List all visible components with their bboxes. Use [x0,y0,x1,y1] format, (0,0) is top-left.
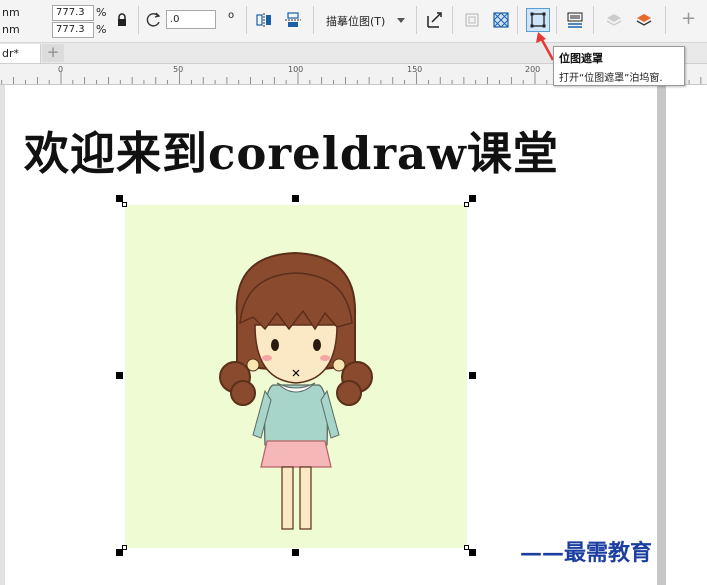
node-bottom-left[interactable] [122,545,127,550]
tab-document-label: dr* [2,47,20,60]
mirror-vertical-icon[interactable] [282,9,304,31]
edit-bitmap-icon[interactable] [423,9,445,31]
scale-y-input[interactable]: 777.3 [52,22,94,38]
tooltip-description: 打开“位图遮罩”泊坞窗. [559,73,663,84]
tooltip-title: 位图遮罩 [559,52,603,65]
handle-bottom-right[interactable] [469,549,476,556]
resample-icon[interactable] [490,9,512,31]
ruler-label-0: 0 [58,65,64,74]
bitmap-image[interactable] [125,205,467,548]
tooltip: 位图遮罩 打开“位图遮罩”泊坞窗. [553,46,685,86]
handle-top-center[interactable] [292,195,299,202]
percent-top-label: % [96,6,107,19]
handle-top-left[interactable] [116,195,123,202]
handle-middle-right[interactable] [469,372,476,379]
headline-text[interactable]: 欢迎来到coreldraw课堂 [24,117,559,182]
node-bottom-right[interactable] [464,545,469,550]
property-bar: nm nm 777.3 777.3 % % .0 o 描摹位图(T) + [0,0,707,43]
rotation-angle-input[interactable]: .0 [166,10,216,29]
handle-bottom-left[interactable] [116,549,123,556]
layers-icon[interactable] [633,9,655,31]
color-settings-icon[interactable] [564,9,586,31]
node-top-left[interactable] [122,202,127,207]
watermark-text: ——最需教育 [520,540,653,566]
ruler-label-100: 100 [288,65,304,74]
chevron-down-icon[interactable] [394,9,408,31]
ruler-label-50: 50 [173,65,184,74]
ruler-label-150: 150 [407,65,423,74]
add-button[interactable]: + [681,8,696,29]
left-edge [0,85,5,585]
percent-bottom-label: % [96,23,107,36]
add-tab-button[interactable]: + [42,44,64,62]
girl-illustration [219,251,373,530]
unit-bottom-label: nm [2,23,20,36]
crop-bitmap-icon [461,9,483,31]
tab-document[interactable]: dr* [0,44,41,63]
lock-ratio-icon[interactable] [111,9,133,31]
handle-top-right[interactable] [469,195,476,202]
trace-bitmap-menu[interactable]: 描摹位图(T) [326,13,385,29]
bitmap-mask-button[interactable] [526,8,550,32]
ruler-label-200: 200 [525,65,541,74]
drawing-canvas[interactable]: 欢迎来到coreldraw课堂 ——最需教育 [0,85,707,585]
node-top-right[interactable] [464,202,469,207]
degree-label: o [228,10,235,21]
scale-x-input[interactable]: 777.3 [52,5,94,21]
unit-top-label: nm [2,6,20,19]
handle-middle-left[interactable] [116,372,123,379]
handle-bottom-center[interactable] [292,549,299,556]
layers-disabled-icon [603,9,625,31]
rotate-icon [143,9,165,31]
page-shadow [657,85,666,585]
mirror-horizontal-icon[interactable] [253,9,275,31]
